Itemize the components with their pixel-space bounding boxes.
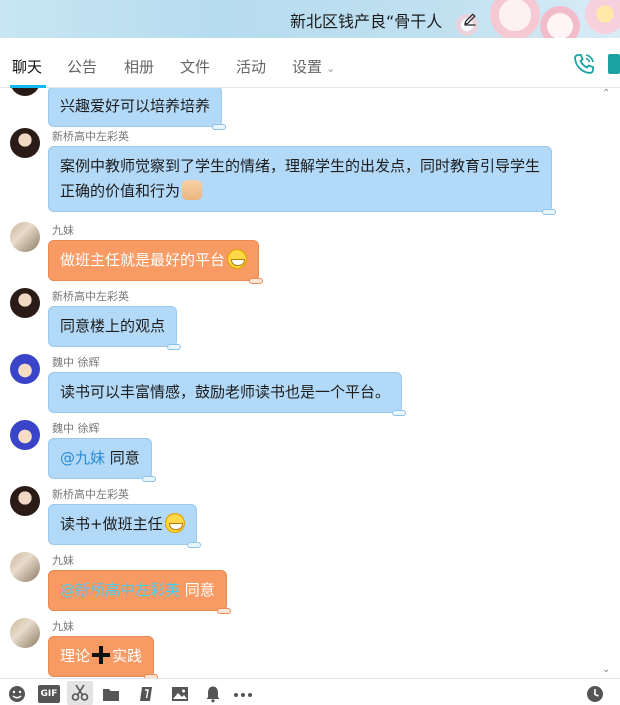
mention-link[interactable]: @九妹 [60,449,105,467]
pencil-icon[interactable] [462,11,478,27]
message-text-line2: 正确的价值和行为 [60,179,540,204]
message-bubble[interactable]: 读书可以丰富情感，鼓励老师读书也是一个平台。 [48,372,407,416]
tab-album[interactable]: 相册 [124,56,154,77]
message-text: 读书可以丰富情感，鼓励老师读书也是一个平台。 [60,383,391,401]
video-icon[interactable] [608,54,620,74]
message-bubble[interactable]: 兴趣爱好可以培养培养 [48,88,227,130]
blossom-decoration [585,0,620,34]
bubble-decoration [392,410,407,416]
message-text: 同意 [180,581,215,599]
avatar[interactable] [10,552,40,582]
message-text: 理论 [60,647,91,665]
bubble-decoration [212,124,227,130]
plus-icon [92,646,111,664]
sender-name: 新桥高中左彩英 [52,130,129,143]
bubble-decoration [216,608,231,614]
message-bubble[interactable]: @九妹 同意 [48,438,156,482]
message-text: 案例中教师觉察到了学生的情绪，理解学生的出发点，同时教育引导学生 [60,157,541,175]
bubble-decoration [542,209,557,215]
message-text: 实践 [112,647,143,665]
music-icon[interactable] [137,685,155,703]
blossom-decoration [490,0,540,38]
message-bubble[interactable]: @新桥高中左彩英 同意 [48,570,231,614]
message-text: 同意 [105,449,140,467]
bubble-decoration [167,344,182,350]
scroll-down-icon[interactable]: ⌄ [602,664,610,675]
message-bubble[interactable]: 案例中教师觉察到了学生的情绪，理解学生的出发点，同时教育引导学生 正确的价值和行… [48,146,557,215]
message-text: 兴趣爱好可以培养培养 [60,97,211,115]
scissors-icon [71,684,89,701]
mention-link[interactable]: @新桥高中左彩英 [60,581,180,599]
title-banner: 新北区钱产良“骨干人 [0,0,620,38]
thumbs-up-icon [182,180,203,200]
avatar[interactable] [10,128,40,158]
chevron-down-icon: ⌄ [326,62,336,75]
tab-settings-label: 设置 [292,58,323,76]
message-text: 正确的价值和行为 [60,182,181,200]
chat-history[interactable]: ⌃ 兴趣爱好可以培养培养 新桥高中左彩英 案例中教师觉察到了学生的情绪，理解学生… [0,88,620,678]
folder-icon[interactable] [102,685,120,703]
message-text: 同意楼上的观点 [60,317,166,335]
avatar[interactable] [10,354,40,384]
scroll-up-icon[interactable]: ⌃ [602,88,610,99]
sender-name: 九妹 [52,224,74,237]
avatar[interactable] [10,88,40,96]
message-bubble[interactable]: 理论 实践 [48,636,159,678]
sender-name: 新桥高中左彩英 [52,488,129,501]
bubble-decoration [141,476,156,482]
sender-name: 魏中 徐辉 [52,422,100,435]
smiley-icon[interactable] [8,685,26,703]
bubble-decoration [249,278,264,284]
message-bubble[interactable]: 同意楼上的观点 [48,306,182,350]
phone-icon[interactable] [572,52,596,76]
avatar[interactable] [10,222,40,252]
more-icon[interactable] [232,685,254,703]
message-bubble[interactable]: 做班主任就是最好的平台 [48,240,264,284]
avatar[interactable] [10,486,40,516]
image-icon[interactable] [171,685,189,703]
message-bubble[interactable]: 读书+做班主任 [48,504,201,548]
grin-emoji-icon [227,249,248,269]
history-clock-icon[interactable] [586,685,604,703]
input-toolbar: GIF [0,678,620,705]
tab-activities[interactable]: 活动 [236,56,266,77]
sender-name: 九妹 [52,554,74,567]
sender-name: 新桥高中左彩英 [52,290,129,303]
avatar[interactable] [10,420,40,450]
tab-announcement[interactable]: 公告 [67,56,97,77]
message-text: 读书+做班主任 [60,515,163,533]
scissors-icon-bg[interactable] [67,681,93,705]
gif-icon[interactable]: GIF [38,685,60,703]
sender-name: 魏中 徐辉 [52,356,100,369]
tab-settings[interactable]: 设置 ⌄ [292,56,335,77]
avatar[interactable] [10,288,40,318]
sender-name: 九妹 [52,620,74,633]
tab-chat[interactable]: 聊天 [12,56,42,77]
message-text: 做班主任就是最好的平台 [60,251,226,269]
tab-files[interactable]: 文件 [180,56,210,77]
bubble-decoration [186,542,201,548]
blossom-decoration [540,6,580,38]
chat-title: 新北区钱产良“骨干人 [290,12,443,31]
tab-bar: 聊天 公告 相册 文件 活动 设置 ⌄ [0,38,620,88]
bell-icon[interactable] [204,685,222,703]
avatar[interactable] [10,618,40,648]
grin-emoji-icon [164,513,185,533]
